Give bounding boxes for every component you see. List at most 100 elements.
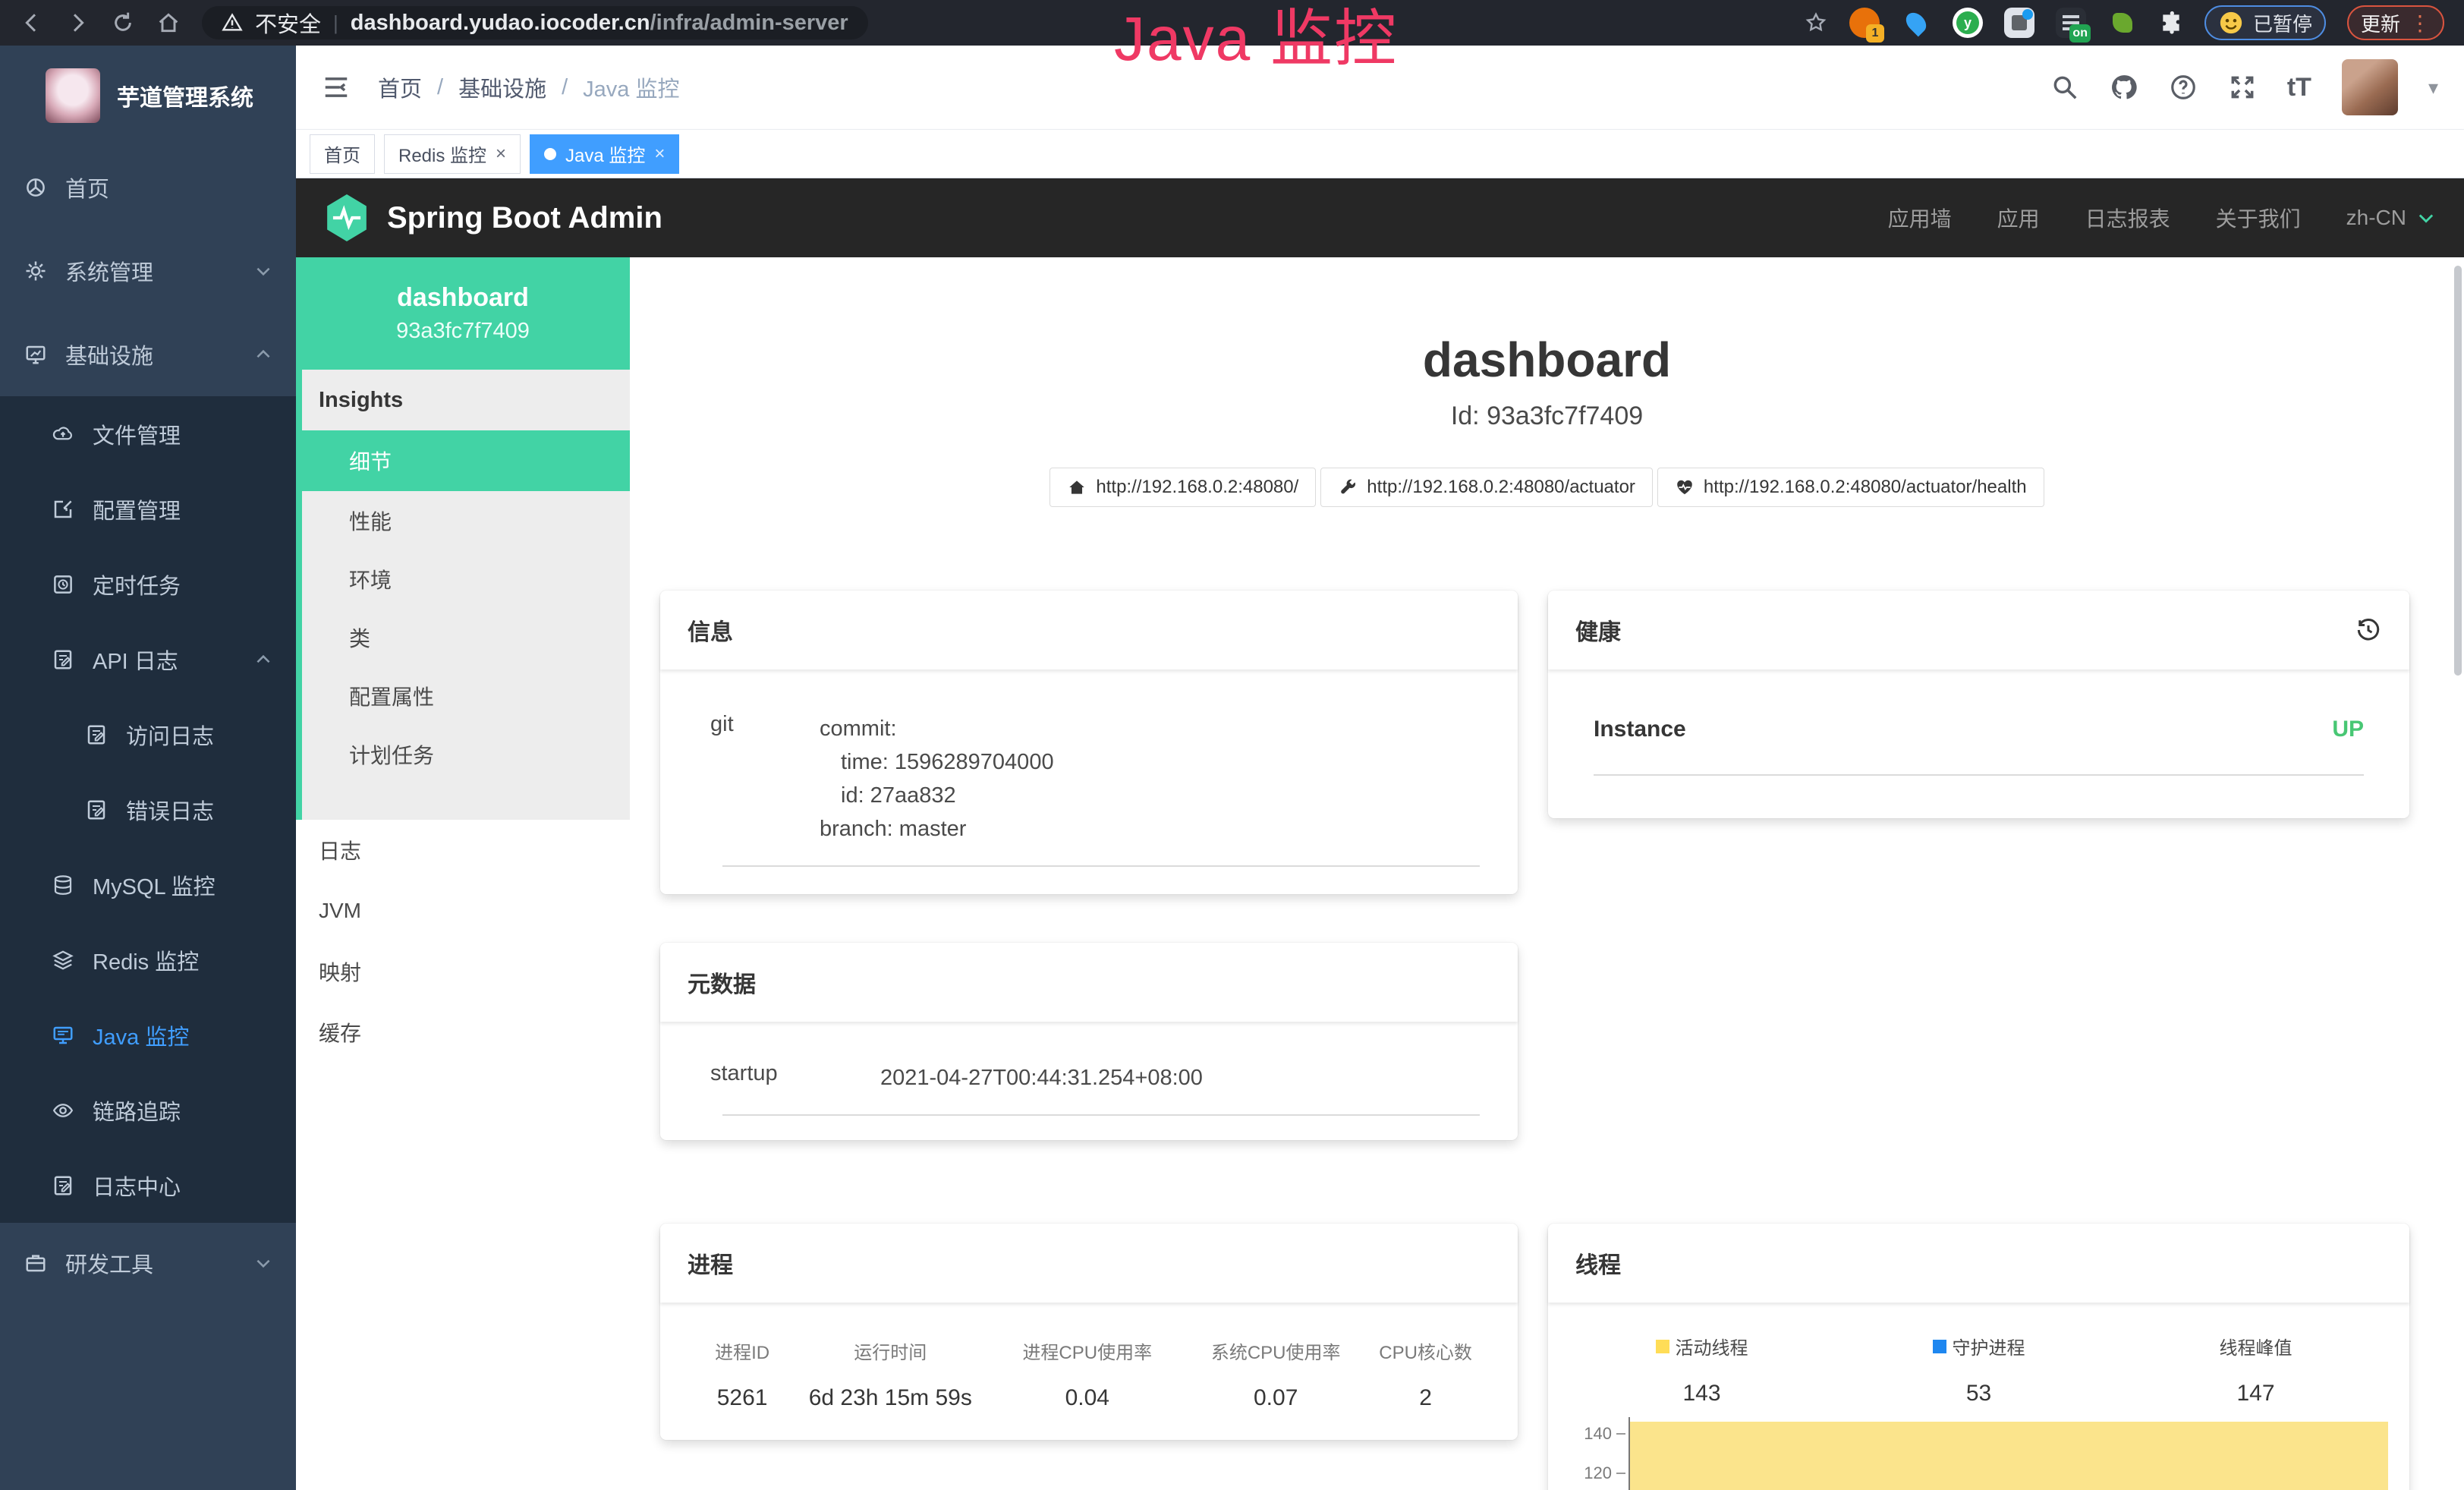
sidebar-item-config[interactable]: 配置管理 — [0, 471, 296, 547]
sidebar-item-job[interactable]: 定时任务 — [0, 547, 296, 622]
sidebar-item-label: 首页 — [65, 172, 109, 203]
sba-locale-select[interactable]: zh-CN — [2346, 206, 2437, 230]
nav-item-label: 配置属性 — [349, 681, 434, 711]
sba-menu-about[interactable]: 关于我们 — [2216, 203, 2301, 233]
actuator-url-button[interactable]: http://192.168.0.2:48080/actuator — [1320, 468, 1653, 507]
sidebar-item-access-log[interactable]: 访问日志 — [0, 697, 296, 772]
github-icon[interactable] — [2110, 73, 2138, 102]
hamburger-icon[interactable] — [322, 73, 351, 102]
actuator-url: http://192.168.0.2:48080/actuator — [1367, 477, 1635, 498]
extension-icon[interactable] — [2107, 8, 2138, 38]
row-divider — [722, 865, 1480, 867]
nav-item-metrics[interactable]: 性能 — [302, 491, 630, 550]
nav-item-scheduled-tasks[interactable]: 计划任务 — [302, 725, 630, 783]
nav-item-classes[interactable]: 类 — [302, 608, 630, 666]
breadcrumb-infra[interactable]: 基础设施 — [458, 71, 546, 103]
chart-plot-area — [1629, 1417, 2394, 1490]
layers-icon — [52, 949, 74, 972]
address-bar[interactable]: 不安全 | dashboard.yudao.iocoder.cn/infra/a… — [202, 6, 868, 39]
sba-navbar: Spring Boot Admin 应用墙 应用 日志报表 关于我们 zh-CN — [296, 178, 2464, 257]
extension-badge: on — [2069, 24, 2091, 43]
instance-header[interactable]: dashboard 93a3fc7f7409 — [296, 257, 630, 370]
nav-item-details[interactable]: 细节 — [302, 430, 630, 491]
close-icon[interactable]: × — [496, 143, 506, 165]
sidebar-item-label: 基础设施 — [65, 339, 153, 370]
help-icon[interactable] — [2169, 73, 2198, 102]
extension-icon[interactable]: 1 — [1849, 8, 1880, 38]
health-url-button[interactable]: http://192.168.0.2:48080/actuator/health — [1657, 468, 2044, 507]
nav-item-jvm[interactable]: JVM — [296, 880, 630, 941]
chrome-menu-icon[interactable]: ⋮ — [2409, 11, 2431, 36]
card-title: 信息 — [688, 613, 733, 647]
sba-brand[interactable]: Spring Boot Admin — [387, 201, 662, 235]
sidebar-item-error-log[interactable]: 错误日志 — [0, 772, 296, 847]
sidebar-item-redis[interactable]: Redis 监控 — [0, 922, 296, 997]
url-host[interactable]: dashboard.yudao.iocoder.cn — [351, 11, 650, 35]
forward-icon[interactable] — [65, 11, 90, 35]
sidebar-item-tracing[interactable]: 链路追踪 — [0, 1073, 296, 1148]
tab-home[interactable]: 首页 — [310, 134, 375, 174]
breadcrumb-home[interactable]: 首页 — [378, 71, 422, 103]
gear-icon — [24, 260, 47, 282]
back-icon[interactable] — [20, 11, 44, 35]
extension-icon[interactable] — [1901, 8, 1931, 38]
process-value: 0.04 — [991, 1385, 1183, 1411]
sidebar-item-infra[interactable]: 基础设施 — [0, 313, 296, 396]
extension-icon[interactable]: on — [2056, 8, 2086, 38]
caret-down-icon[interactable]: ▾ — [2428, 76, 2438, 99]
url-path[interactable]: /infra/admin-server — [650, 11, 848, 35]
process-value: 2 — [1368, 1385, 1483, 1411]
extension-icon[interactable] — [2004, 8, 2034, 38]
home-icon[interactable] — [156, 11, 181, 35]
sba-menu-wallboard[interactable]: 应用墙 — [1888, 203, 1952, 233]
sidebar-item-java-monitor[interactable]: Java 监控 — [0, 997, 296, 1073]
security-label[interactable]: 不安全 — [255, 7, 321, 39]
info-line: time: 1596289704000 — [820, 745, 1054, 779]
home-icon — [1067, 477, 1087, 497]
info-line: id: 27aa832 — [820, 779, 1054, 812]
history-icon[interactable] — [2355, 616, 2382, 644]
close-icon[interactable]: × — [654, 143, 665, 165]
search-icon[interactable] — [2050, 73, 2079, 102]
not-secure-warning-icon[interactable] — [222, 12, 243, 33]
tab-java-monitor[interactable]: Java 监控 × — [530, 134, 679, 174]
tags-view-bar: 首页 Redis 监控 × Java 监控 × — [296, 130, 2464, 178]
app-logo-row[interactable]: 芋道管理系统 — [0, 46, 296, 146]
sidebar-item-api-log[interactable]: API 日志 — [0, 622, 296, 697]
page-scrollbar[interactable] — [2454, 266, 2462, 676]
nav-item-mappings[interactable]: 映射 — [296, 941, 630, 1002]
card-title: 线程 — [1575, 1246, 1621, 1280]
sidebar-item-log-center[interactable]: 日志中心 — [0, 1148, 296, 1223]
card-title: 进程 — [688, 1246, 733, 1280]
nav-item-environment[interactable]: 环境 — [302, 550, 630, 608]
legend-swatch-daemon-threads — [1933, 1340, 1946, 1353]
nav-item-logs[interactable]: 日志 — [296, 820, 630, 880]
tab-label: 首页 — [324, 140, 360, 167]
fullscreen-icon[interactable] — [2228, 73, 2257, 102]
update-label: 更新 — [2361, 9, 2400, 37]
sidebar-item-home[interactable]: 首页 — [0, 146, 296, 229]
nav-item-config-props[interactable]: 配置属性 — [302, 666, 630, 725]
sidebar-item-devtools[interactable]: 研发工具 — [0, 1223, 296, 1303]
reload-icon[interactable] — [111, 11, 135, 35]
service-url-button[interactable]: http://192.168.0.2:48080/ — [1049, 468, 1316, 507]
metadata-card: 元数据 startup 2021-04-27T00:44:31.254+08:0… — [660, 943, 1518, 1140]
font-size-icon[interactable]: tT — [2287, 73, 2311, 102]
bookmark-star-icon[interactable] — [1804, 11, 1828, 35]
sidebar-item-mysql[interactable]: MySQL 监控 — [0, 847, 296, 922]
profile-paused-chip[interactable]: 已暂停 — [2204, 5, 2326, 40]
sidebar-item-file[interactable]: 文件管理 — [0, 396, 296, 471]
health-card-header: 健康 — [1548, 591, 2409, 669]
extensions-puzzle-icon[interactable] — [2159, 11, 2183, 35]
sba-menu-applications[interactable]: 应用 — [1997, 203, 2040, 233]
extension-icon[interactable]: y — [1953, 8, 1983, 38]
tab-redis-monitor[interactable]: Redis 监控 × — [384, 134, 521, 174]
nav-item-caches[interactable]: 缓存 — [296, 1002, 630, 1063]
app-logo — [46, 68, 100, 123]
sba-menu-journal[interactable]: 日志报表 — [2085, 203, 2170, 233]
chrome-update-button[interactable]: 更新 ⋮ — [2347, 5, 2444, 40]
sidebar-item-system[interactable]: 系统管理 — [0, 229, 296, 313]
nav-item-label: 缓存 — [319, 1017, 361, 1047]
user-avatar[interactable] — [2342, 59, 2398, 115]
sba-logo-icon[interactable] — [323, 192, 370, 244]
